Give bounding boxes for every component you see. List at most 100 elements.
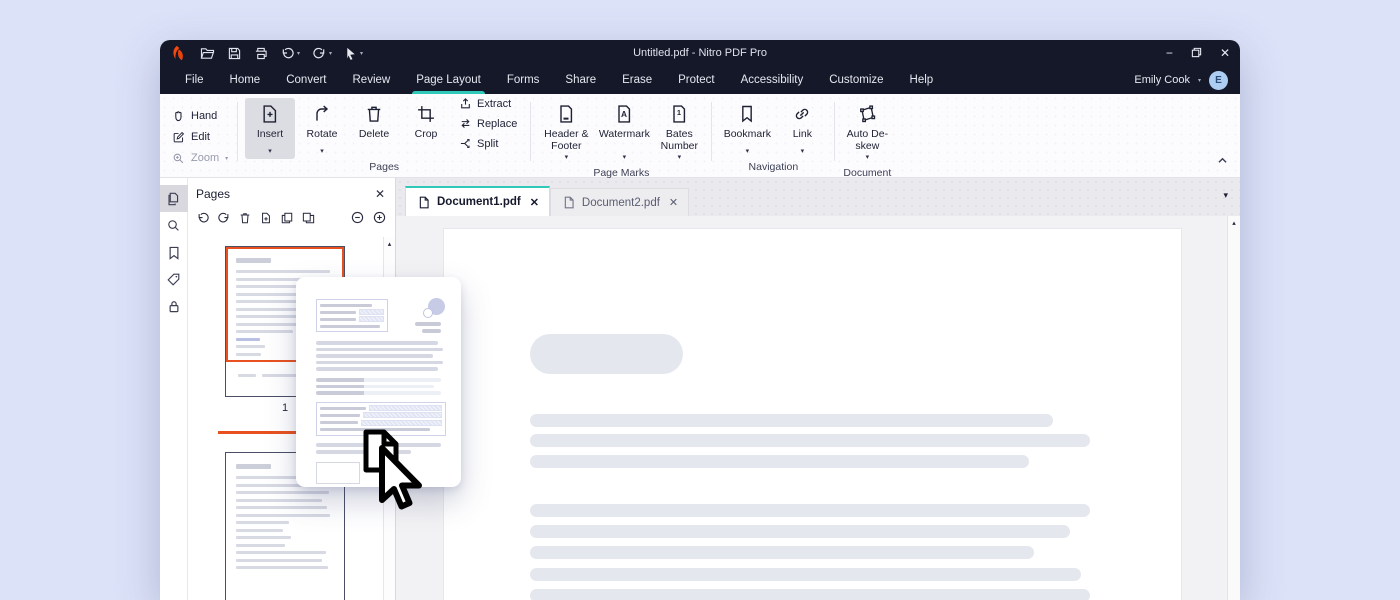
sidebar-item-search[interactable]: [160, 212, 188, 239]
replace-button[interactable]: Replace: [459, 117, 517, 130]
chevron-down-icon: ▾: [866, 153, 870, 165]
zoom-in-thumbnails-button[interactable]: [373, 211, 386, 229]
menu-protect[interactable]: Protect: [665, 66, 727, 94]
placeholder-line: [530, 568, 1081, 581]
delete-page-button[interactable]: [239, 211, 251, 229]
viewer-scrollbar[interactable]: ▴: [1227, 216, 1240, 600]
chevron-down-icon: ▾: [623, 153, 627, 165]
insert-page-button[interactable]: [260, 211, 272, 229]
placeholder-line: [530, 546, 1034, 559]
chevron-down-icon[interactable]: ▾: [297, 50, 300, 57]
deskew-icon: [857, 104, 877, 124]
bookmark-button[interactable]: Bookmark ▾: [719, 98, 775, 159]
pages-icon: [167, 192, 180, 206]
ribbon-divider: [530, 102, 531, 161]
collapse-ribbon-button[interactable]: [1217, 151, 1228, 169]
menu-file[interactable]: File: [172, 66, 217, 94]
menu-customize[interactable]: Customize: [816, 66, 896, 94]
ribbon-group-pages: Insert ▾ Rotate ▾ Delete Crop: [241, 97, 527, 177]
menu-forms[interactable]: Forms: [494, 66, 553, 94]
crop-button[interactable]: Crop: [401, 98, 451, 159]
sidebar-item-signatures[interactable]: [160, 293, 188, 320]
ribbon: Hand Edit Zoom ▾ Insert ▾: [160, 94, 1240, 178]
split-button[interactable]: Split: [459, 137, 517, 150]
menu-review[interactable]: Review: [340, 66, 404, 94]
undo-button[interactable]: ▾: [281, 47, 300, 60]
user-menu[interactable]: Emily Cook ▾ E: [1134, 66, 1228, 94]
menu-erase[interactable]: Erase: [609, 66, 665, 94]
hand-tool-button[interactable]: Hand: [172, 110, 234, 123]
link-button[interactable]: Link ▾: [777, 98, 827, 159]
placeholder-line: [530, 414, 1053, 427]
redo-page-button[interactable]: [218, 211, 230, 229]
tags-icon: [167, 273, 180, 286]
rotate-button[interactable]: Rotate ▾: [297, 98, 347, 159]
tab-document2[interactable]: Document2.pdf ✕: [550, 188, 689, 216]
zoom-tool-button[interactable]: Zoom ▾: [172, 152, 234, 165]
preview-line: [415, 322, 441, 326]
avatar[interactable]: E: [1209, 71, 1228, 90]
menu-help[interactable]: Help: [897, 66, 947, 94]
document-icon: [418, 196, 430, 209]
close-tab-icon[interactable]: ✕: [669, 196, 678, 209]
pages-panel-title: Pages: [196, 187, 230, 201]
save-icon[interactable]: [228, 47, 241, 60]
preview-line: [316, 385, 434, 389]
scroll-up-icon[interactable]: ▴: [1228, 216, 1240, 231]
watermark-button[interactable]: A Watermark ▾: [596, 98, 652, 165]
redo-button[interactable]: ▾: [313, 47, 332, 60]
tab-document1[interactable]: Document1.pdf ✕: [405, 186, 550, 216]
menu-page-layout[interactable]: Page Layout: [403, 66, 494, 94]
auto-deskew-button[interactable]: Auto De-skew ▾: [842, 98, 892, 165]
copy-page-button[interactable]: [302, 211, 315, 229]
ribbon-group-navigation: Bookmark ▾ Link ▾ Navigation: [715, 97, 831, 177]
insert-page-icon: [260, 104, 280, 124]
watermark-icon: A: [614, 104, 634, 124]
menu-home[interactable]: Home: [217, 66, 274, 94]
sidebar-item-tags[interactable]: [160, 266, 188, 293]
restore-button[interactable]: [1191, 47, 1202, 60]
app-window: ▾ ▾ ▾ Untitled.pdf - Nitro PDF Pro − ✕: [160, 40, 1240, 600]
menu-share[interactable]: Share: [552, 66, 609, 94]
chevron-down-icon: ▾: [1198, 77, 1201, 84]
menu-convert[interactable]: Convert: [273, 66, 339, 94]
delete-button[interactable]: Delete: [349, 98, 399, 159]
sidebar-item-bookmarks[interactable]: [160, 239, 188, 266]
duplicate-page-button[interactable]: [281, 211, 293, 229]
edit-tool-button[interactable]: Edit: [172, 131, 234, 144]
placeholder-line: [530, 455, 1029, 468]
undo-page-button[interactable]: [197, 211, 209, 229]
insert-button[interactable]: Insert ▾: [245, 98, 295, 159]
split-icon: [459, 137, 472, 150]
pointer-tool-button[interactable]: ▾: [345, 47, 363, 60]
scroll-up-icon[interactable]: ▴: [384, 237, 395, 252]
print-icon[interactable]: [254, 47, 268, 60]
replace-icon: [459, 117, 472, 130]
header-footer-button[interactable]: Header & Footer ▾: [538, 98, 594, 165]
open-file-icon[interactable]: [200, 47, 215, 60]
titlebar: ▾ ▾ ▾ Untitled.pdf - Nitro PDF Pro − ✕: [160, 40, 1240, 66]
chevron-down-icon[interactable]: ▾: [360, 50, 363, 57]
group-label-navigation: Navigation: [718, 160, 828, 177]
tab-list-dropdown[interactable]: ▾: [1223, 190, 1228, 201]
sidebar-item-pages[interactable]: [160, 185, 188, 212]
chevron-down-icon[interactable]: ▾: [329, 50, 332, 57]
close-button[interactable]: ✕: [1220, 47, 1230, 59]
desktop-background: { "colors": { "desktop_bg": "#dce2f8", "…: [0, 0, 1400, 600]
zoom-out-thumbnails-button[interactable]: [351, 211, 364, 229]
menu-accessibility[interactable]: Accessibility: [728, 66, 817, 94]
minimize-button[interactable]: −: [1166, 47, 1173, 59]
header-footer-icon: [556, 104, 576, 124]
close-panel-button[interactable]: ✕: [375, 187, 385, 201]
extract-button[interactable]: Extract: [459, 97, 517, 110]
bates-number-icon: 1: [669, 104, 689, 124]
svg-text:A: A: [621, 109, 627, 119]
chevron-down-icon: ▾: [320, 147, 324, 159]
close-tab-icon[interactable]: ✕: [530, 196, 539, 209]
chevron-down-icon: ▾: [268, 147, 272, 159]
preview-line: [316, 354, 433, 358]
hand-icon: [172, 110, 185, 123]
bates-number-button[interactable]: 1 Bates Number ▾: [654, 98, 704, 165]
placeholder-line: [530, 589, 1090, 600]
menubar: File Home Convert Review Page Layout For…: [160, 66, 1240, 94]
